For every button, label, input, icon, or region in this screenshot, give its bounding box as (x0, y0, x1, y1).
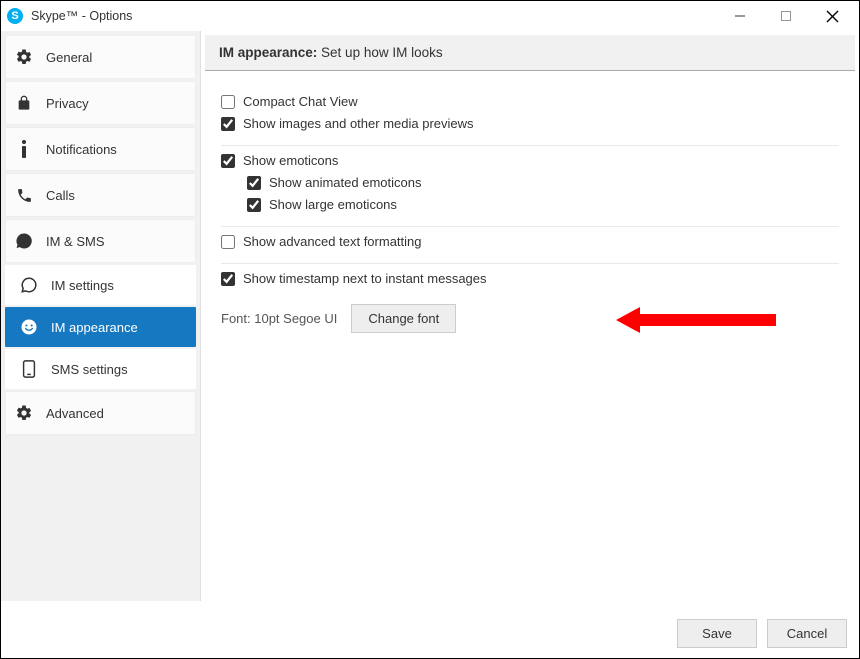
phone-icon (14, 187, 34, 204)
sidebar-item-label: IM & SMS (46, 234, 105, 249)
checkbox-advanced-formatting[interactable]: Show advanced text formatting (221, 234, 839, 249)
sidebar-item-im-sms[interactable]: IM & SMS (5, 219, 196, 263)
footer: Save Cancel (677, 619, 847, 648)
window-title: Skype™ - Options (31, 9, 132, 23)
info-icon (14, 140, 34, 158)
sidebar-item-im-appearance[interactable]: IM appearance (5, 307, 196, 347)
checkbox-input[interactable] (221, 154, 235, 168)
close-button[interactable] (809, 1, 855, 31)
sidebar-item-notifications[interactable]: Notifications (5, 127, 196, 171)
sidebar-item-label: SMS settings (51, 362, 128, 377)
separator (221, 263, 839, 264)
separator (221, 226, 839, 227)
sidebar-item-label: Notifications (46, 142, 117, 157)
checkbox-input[interactable] (221, 117, 235, 131)
sidebar-item-label: Privacy (46, 96, 89, 111)
separator (221, 145, 839, 146)
checkbox-label: Show advanced text formatting (243, 234, 422, 249)
sidebar-item-label: IM settings (51, 278, 114, 293)
checkbox-label: Show animated emoticons (269, 175, 421, 190)
main-panel: IM appearance: Set up how IM looks Compa… (201, 31, 859, 601)
checkbox-show-large[interactable]: Show large emoticons (247, 197, 839, 212)
checkbox-input[interactable] (221, 272, 235, 286)
device-icon (19, 360, 39, 378)
sidebar-item-privacy[interactable]: Privacy (5, 81, 196, 125)
skype-icon: S (7, 8, 23, 24)
checkbox-input[interactable] (247, 176, 261, 190)
checkbox-label: Show timestamp next to instant messages (243, 271, 487, 286)
checkbox-show-animated[interactable]: Show animated emoticons (247, 175, 839, 190)
change-font-button[interactable]: Change font (351, 304, 456, 333)
checkbox-label: Show images and other media previews (243, 116, 474, 131)
gear-icon (14, 48, 34, 66)
main-body: Compact Chat View Show images and other … (201, 71, 859, 601)
smiley-icon (19, 318, 39, 336)
checkbox-input[interactable] (221, 235, 235, 249)
sidebar: General Privacy Notifications Calls IM & (1, 31, 201, 601)
checkbox-timestamp[interactable]: Show timestamp next to instant messages (221, 271, 839, 286)
lock-icon (14, 94, 34, 112)
sidebar-item-label: Advanced (46, 406, 104, 421)
checkbox-show-emoticons[interactable]: Show emoticons (221, 153, 839, 168)
checkbox-label: Show large emoticons (269, 197, 397, 212)
save-button[interactable]: Save (677, 619, 757, 648)
cancel-button[interactable]: Cancel (767, 619, 847, 648)
header-subtitle: Set up how IM looks (317, 45, 442, 60)
maximize-button[interactable] (763, 1, 809, 31)
sidebar-item-im-settings[interactable]: IM settings (5, 265, 196, 305)
sidebar-item-advanced[interactable]: Advanced (5, 391, 196, 435)
sidebar-item-general[interactable]: General (5, 35, 196, 79)
sidebar-item-calls[interactable]: Calls (5, 173, 196, 217)
font-label: Font: 10pt Segoe UI (221, 311, 337, 326)
minimize-button[interactable] (717, 1, 763, 31)
header-title: IM appearance: (219, 45, 317, 60)
checkbox-compact-chat[interactable]: Compact Chat View (221, 94, 839, 109)
sidebar-item-label: Calls (46, 188, 75, 203)
checkbox-input[interactable] (247, 198, 261, 212)
gear-icon (14, 404, 34, 422)
sidebar-item-label: IM appearance (51, 320, 138, 335)
checkbox-media-previews[interactable]: Show images and other media previews (221, 116, 839, 131)
checkbox-label: Compact Chat View (243, 94, 358, 109)
sidebar-item-label: General (46, 50, 92, 65)
titlebar: S Skype™ - Options (1, 1, 859, 31)
sidebar-item-sms-settings[interactable]: SMS settings (5, 349, 196, 389)
checkbox-label: Show emoticons (243, 153, 338, 168)
chat-outline-icon (19, 276, 39, 294)
chat-icon (14, 232, 34, 250)
main-header: IM appearance: Set up how IM looks (205, 35, 855, 71)
checkbox-input[interactable] (221, 95, 235, 109)
